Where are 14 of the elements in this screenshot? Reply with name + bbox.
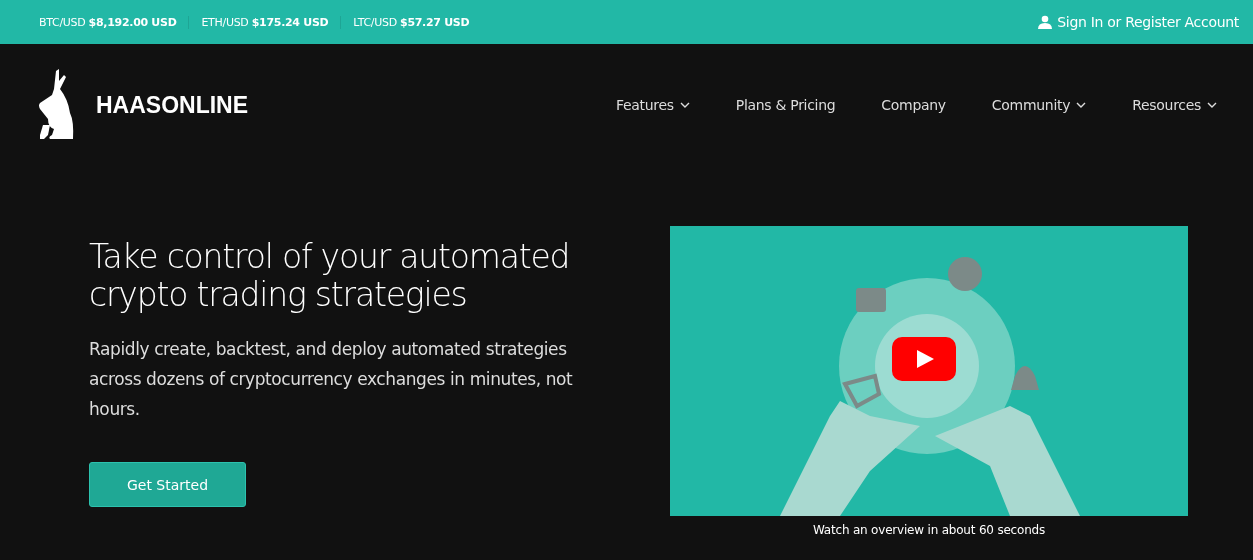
logo-text: HAASONLINE [96, 92, 249, 119]
price-ticker: ETH/USD $175.24 USD [188, 15, 341, 29]
price-ticker: LTC/USD $57.27 USD [340, 15, 482, 29]
price-ticker: BTC/USD $8,192.00 USD [39, 15, 178, 29]
hero-subtitle: Rapidly create, backtest, and deploy automated strategies across dozens of cryptocurrency exchanges in minutes, not hours. [89, 338, 574, 421]
nav-link[interactable]: Company [881, 97, 946, 113]
video-caption: Watch an overview in about 60 seconds [812, 523, 1046, 537]
nav-link[interactable]: Plans & Pricing [735, 97, 836, 113]
play-button-icon[interactable] [892, 337, 956, 381]
user-icon [1038, 15, 1053, 29]
nav-link[interactable]: Features [615, 97, 690, 113]
hero-title: Take control of your automated crypto trading strategies [89, 238, 571, 314]
nav-link[interactable]: Community [991, 97, 1087, 113]
nav-link[interactable]: Resources [1132, 97, 1217, 113]
